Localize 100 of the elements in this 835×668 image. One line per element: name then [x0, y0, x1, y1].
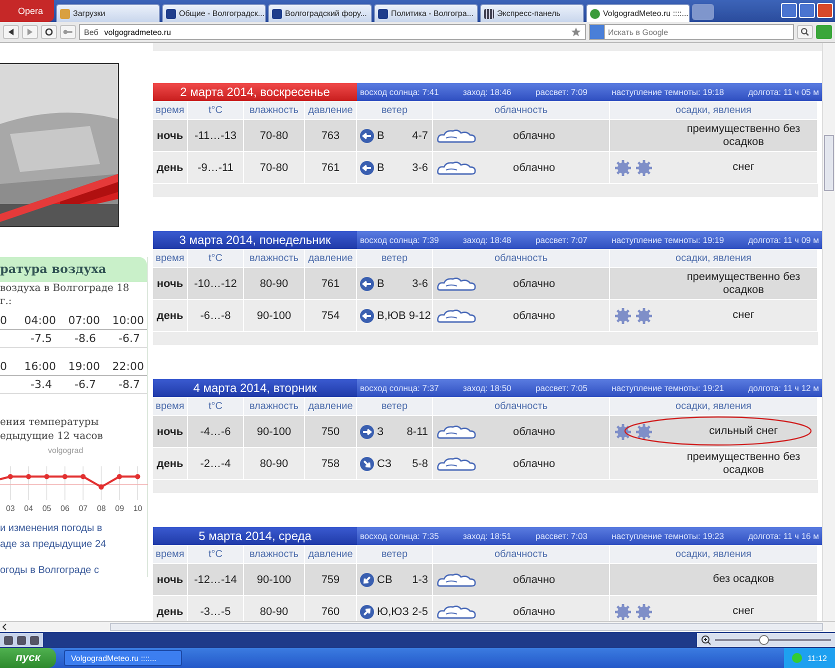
time-label: 16:00 — [23, 360, 56, 373]
table-cell: облачно — [513, 606, 556, 618]
wind-speed: 4-7 — [412, 130, 428, 142]
wind-speed: 1-3 — [412, 574, 428, 586]
sun-info-text: восход солнца: 7:41 — [360, 87, 439, 97]
panel-toggle-icons[interactable] — [0, 633, 43, 647]
browser-tab[interactable]: Загрузки — [56, 4, 160, 22]
sun-info-text: наступление темноты: 19:23 — [612, 531, 724, 541]
table-cell: облачно — [513, 130, 556, 142]
wind-speed: 2-5 — [412, 606, 428, 618]
time-label: 0 — [0, 314, 8, 327]
browser-tab[interactable]: Общие - Волгоградск... — [162, 4, 266, 22]
sun-info-text: заход: 18:48 — [463, 235, 512, 245]
table-cell-text: преимущественно без осадков — [686, 270, 802, 296]
browser-tab[interactable]: Политика - Волгогра... — [374, 4, 478, 22]
wind-speed: 3-6 — [412, 162, 428, 174]
link[interactable]: аде за предыдущие 24 — [0, 538, 147, 551]
temperature-value: -7.5 — [30, 332, 53, 345]
wind-direction: З — [377, 426, 384, 438]
reload-icon[interactable] — [41, 25, 57, 39]
zoom-slider-thumb[interactable] — [758, 635, 769, 645]
wind-direction: В,ЮВ — [377, 310, 406, 322]
taskbar-window-button[interactable]: VolgogradMeteo.ru ::::... — [64, 650, 182, 666]
browser-tab[interactable]: VolgogradMeteo.ru ::::... — [586, 4, 690, 22]
time-label: 10:00 — [111, 314, 144, 327]
wind-speed: 3-6 — [412, 278, 428, 290]
star-icon[interactable] — [571, 27, 581, 37]
wind-direction: Ю,ЮЗ — [377, 606, 409, 618]
horizontal-scrollbar[interactable] — [0, 621, 835, 632]
chart-watermark: volgograd — [48, 446, 84, 455]
sun-info-text: восход солнца: 7:39 — [360, 235, 439, 245]
wind-direction: В — [377, 162, 384, 174]
tab-icon — [272, 8, 282, 18]
address-field[interactable]: Веб volgogradmeteo.ru — [79, 24, 586, 40]
day-title: 2 марта 2014, воскресенье — [153, 83, 357, 101]
sun-info-text: заход: 18:50 — [463, 383, 512, 393]
table-cell-text: снег — [732, 309, 756, 322]
link[interactable]: огоды в Волгограде с — [0, 564, 147, 577]
table-cell: облачно — [513, 574, 556, 586]
back-icon[interactable] — [3, 25, 19, 39]
zoom-icon[interactable] — [701, 635, 711, 645]
tab-icon — [60, 8, 70, 18]
axis-label: 04 — [24, 504, 34, 513]
sun-info-text: наступление темноты: 19:21 — [612, 383, 724, 393]
widget-title: ратура воздуха — [0, 257, 147, 282]
sun-info-text: восход солнца: 7:35 — [360, 531, 439, 541]
time-label: 19:00 — [67, 360, 100, 373]
table-cell: облачно — [513, 310, 556, 322]
sun-info-text: рассвет: 7:03 — [535, 531, 588, 541]
wind-speed: 8-11 — [406, 426, 428, 438]
tab-icon — [378, 8, 388, 18]
cloud-icon — [437, 160, 477, 176]
table-cell-text: снег — [732, 161, 756, 174]
search-icon[interactable] — [797, 25, 813, 39]
temperature-value: -6.7 — [74, 378, 97, 391]
sun-info-text: заход: 18:46 — [463, 87, 512, 97]
sun-info-text: наступление темноты: 19:18 — [612, 87, 724, 97]
browser-tab[interactable]: Экспресс-панель — [480, 4, 584, 22]
wind-direction: В — [377, 278, 384, 290]
cloud-icon — [437, 276, 477, 292]
cloud-icon — [437, 456, 477, 472]
table-cell-text: преимущественно без осадков — [686, 122, 802, 148]
time-label: 22:00 — [111, 360, 144, 373]
time-label: 04:00 — [23, 314, 56, 327]
sun-info-text: рассвет: 7:07 — [535, 235, 588, 245]
cloud-icon — [437, 572, 477, 588]
sun-info-text: рассвет: 7:05 — [535, 383, 588, 393]
opera-menu-button[interactable]: Opera — [0, 0, 54, 22]
link[interactable]: и изменения погоды в — [0, 522, 147, 535]
wind-speed: 9-12 — [408, 310, 431, 322]
cloud-icon — [437, 604, 477, 620]
sun-info-text: наступление темноты: 19:19 — [612, 235, 724, 245]
day-title: 3 марта 2014, понедельник — [153, 231, 357, 249]
axis-label: 09 — [115, 504, 124, 513]
temperature-value: -8.6 — [74, 332, 97, 345]
table-cell-text: сильный снег — [708, 425, 779, 438]
axis-label: 06 — [60, 504, 70, 513]
time-label: 0 — [0, 360, 8, 373]
chart-title: едыдущие 12 часов — [0, 430, 104, 444]
table-cell-text: без осадков — [712, 573, 776, 586]
search-field[interactable]: Искать в Google — [605, 24, 794, 40]
wind-direction: В — [377, 130, 384, 142]
temperature-value: -6.7 — [118, 332, 141, 345]
time-label: 07:00 — [67, 314, 100, 327]
vertical-scrollbar[interactable] — [822, 43, 835, 621]
day-title: 5 марта 2014, среда — [153, 527, 357, 545]
caption-text: воздуха в Волгограде 18 — [0, 282, 130, 295]
wind-speed: 5-8 — [412, 458, 428, 470]
caption-text: г.: — [0, 295, 13, 308]
sun-info-text: долгота: 11 ч 16 м — [748, 531, 819, 541]
axis-label: 08 — [96, 504, 106, 513]
day-title: 4 марта 2014, вторник — [153, 379, 357, 397]
window-controls-icon[interactable] — [781, 3, 833, 18]
temperature-value: -3.4 — [30, 378, 53, 391]
cloud-icon — [437, 424, 477, 440]
table-cell: облачно — [513, 278, 556, 290]
tab-icon — [590, 8, 600, 18]
axis-label: 03 — [6, 504, 15, 513]
browser-tab[interactable]: Волгоградский фору... — [268, 4, 372, 22]
chart-title: ения температуры — [0, 416, 100, 430]
